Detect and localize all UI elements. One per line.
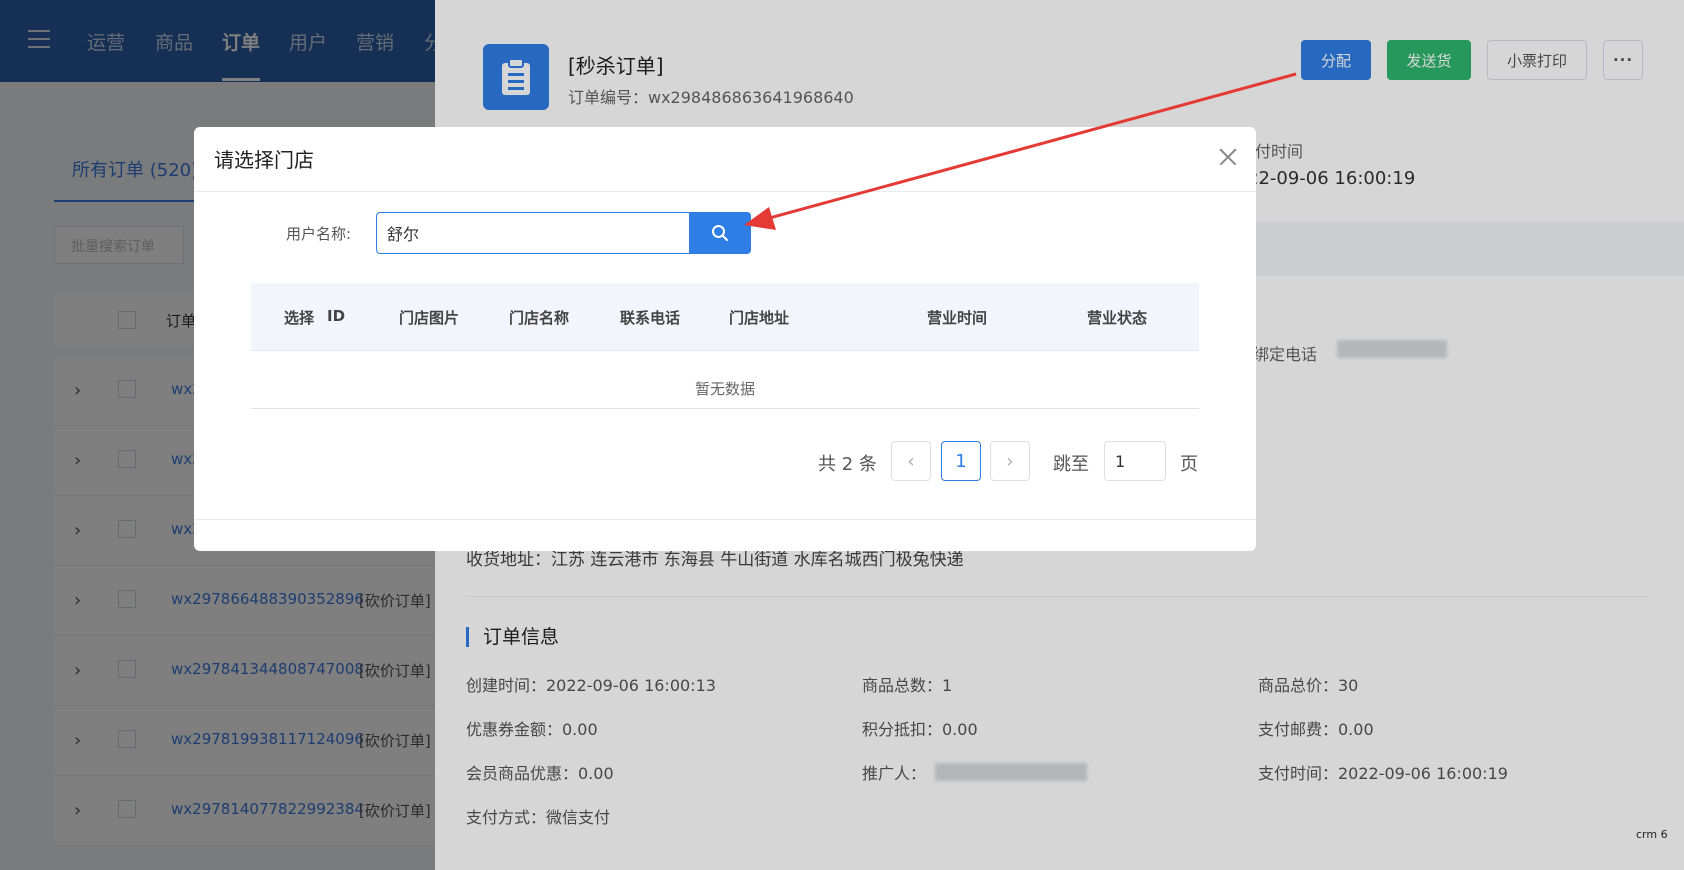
watermark: crm 6 (1636, 828, 1668, 841)
annotation-arrow (744, 72, 1297, 230)
